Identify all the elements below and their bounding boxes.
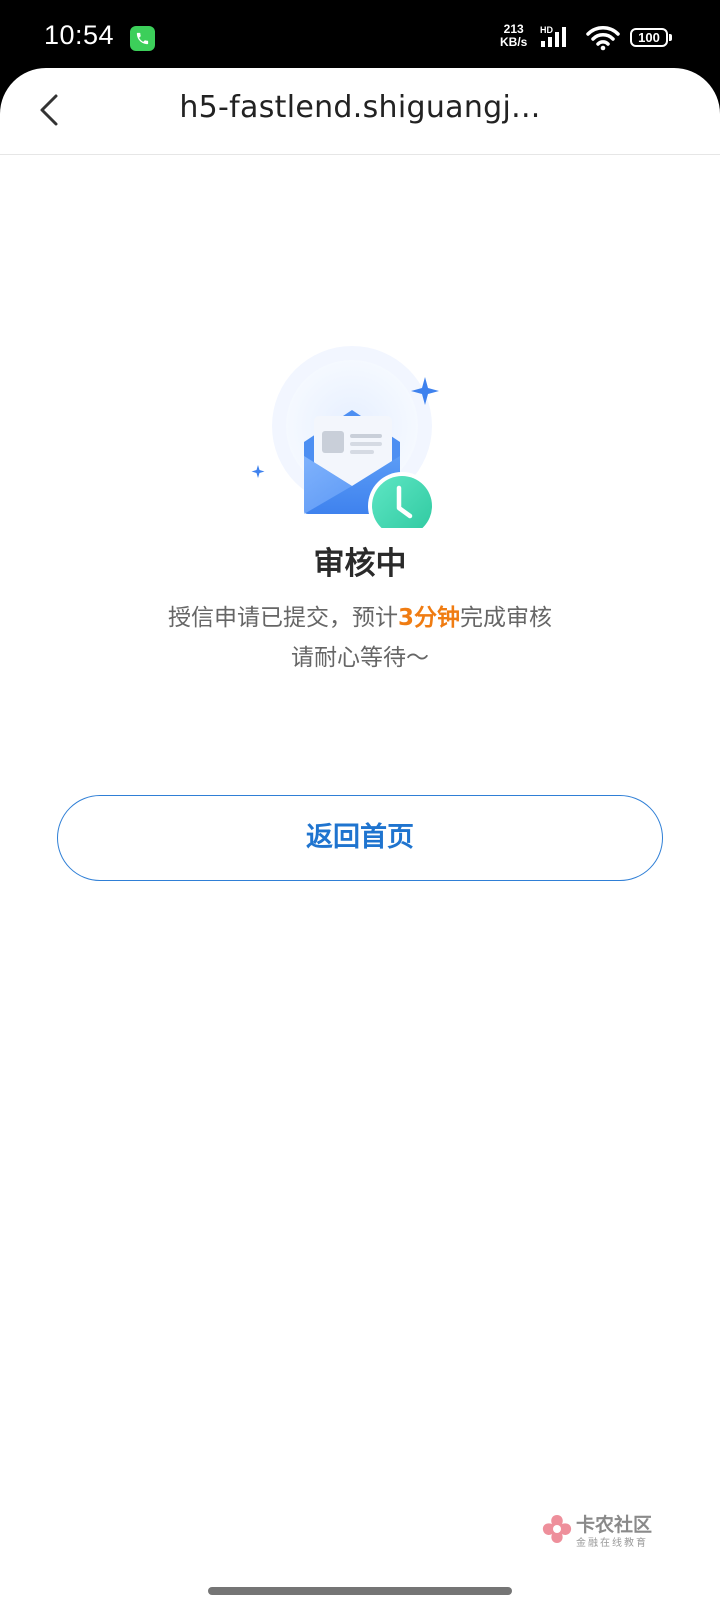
review-time-estimate: 3分钟	[397, 605, 460, 631]
chevron-left-icon	[40, 94, 58, 126]
network-speed: 213 KB/s	[500, 23, 527, 49]
battery-indicator: 100	[630, 28, 668, 47]
kanong-logo-icon	[542, 1515, 572, 1543]
review-status-description: 授信申请已提交，预计3分钟完成审核 请耐心等待～	[0, 598, 720, 678]
home-indicator-bar[interactable]	[208, 1587, 512, 1595]
watermark: 卡农社区 金融在线教育	[540, 1510, 670, 1550]
back-button[interactable]	[30, 88, 74, 132]
phone-call-icon	[130, 26, 155, 51]
review-status-title: 审核中	[313, 546, 407, 582]
review-desc-text-after: 完成审核	[460, 605, 552, 631]
nav-bar: h5-fastlend.shiguangj...	[0, 68, 720, 155]
review-desc-line-1: 授信申请已提交，预计3分钟完成审核	[0, 598, 720, 638]
status-time: 10:54	[44, 20, 115, 50]
wifi-icon	[586, 26, 620, 51]
return-home-button[interactable]: 返回首页	[57, 795, 663, 881]
network-speed-unit: KB/s	[500, 35, 528, 49]
review-desc-text-before: 授信申请已提交，预计	[167, 605, 398, 631]
network-type-label: HD	[540, 25, 553, 35]
watermark-subtitle: 金融在线教育	[576, 1538, 648, 1549]
watermark-title: 卡农社区	[576, 1514, 653, 1536]
status-bar: 10:54 213 KB/s HD 100	[0, 0, 720, 68]
cellular-signal-icon: HD	[540, 25, 566, 47]
battery-tip	[669, 34, 672, 41]
under-review-envelope-icon	[251, 346, 439, 528]
webview-sheet: h5-fastlend.shiguangj... 审核中 授信申请已提交，预计3…	[0, 68, 720, 1600]
page-url-title: h5-fastlend.shiguangj...	[179, 90, 541, 125]
review-desc-line-2: 请耐心等待～	[291, 645, 429, 671]
